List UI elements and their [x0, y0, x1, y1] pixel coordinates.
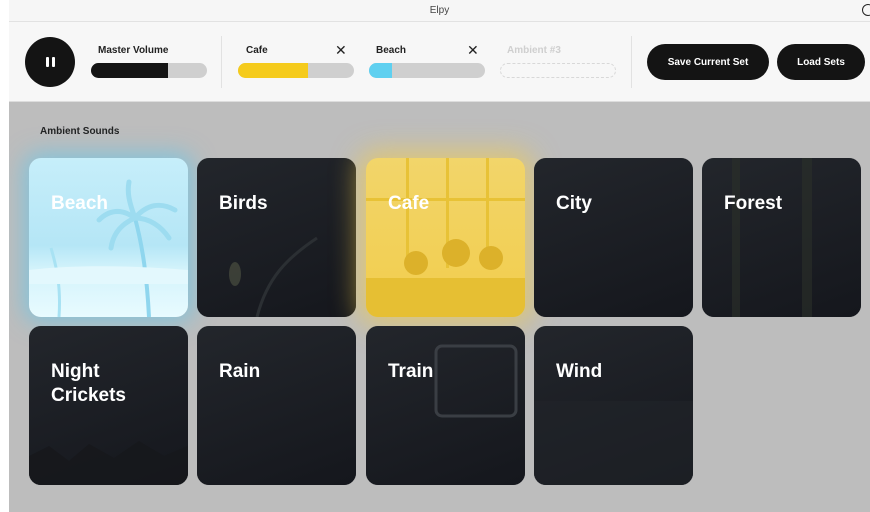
- play-pause-button[interactable]: [25, 37, 75, 87]
- load-sets-button[interactable]: Load Sets: [777, 44, 865, 80]
- tile-night-crickets[interactable]: Night Crickets: [29, 326, 188, 485]
- slot-2-volume-fill: [369, 63, 393, 78]
- divider: [631, 36, 632, 88]
- tile-city[interactable]: City: [534, 158, 693, 317]
- app-window: Elpy Master Volume Cafe ✕ Beach ✕ Ambien…: [9, 0, 870, 512]
- slot-1-volume-fill: [238, 63, 308, 78]
- tile-label: Wind: [556, 361, 603, 382]
- tile-train[interactable]: Train: [366, 326, 525, 485]
- tile-label: Birds: [219, 193, 268, 214]
- section-title: Ambient Sounds: [40, 126, 120, 137]
- slot-1-remove-icon[interactable]: ✕: [335, 43, 347, 57]
- tile-label: Cafe: [388, 193, 430, 214]
- divider: [221, 36, 222, 88]
- window-title: Elpy: [429, 5, 450, 16]
- tile-label: Train: [388, 361, 434, 382]
- slot-1-volume-slider[interactable]: [238, 63, 354, 78]
- palm-tree-icon: [29, 179, 188, 317]
- title-bar: Elpy: [9, 0, 870, 22]
- tile-birds[interactable]: Birds: [197, 158, 356, 317]
- circle-icon[interactable]: [862, 4, 870, 16]
- tile-label: Rain: [219, 361, 261, 382]
- tile-forest[interactable]: Forest: [702, 158, 861, 317]
- tile-wind[interactable]: Wind: [534, 326, 693, 485]
- master-volume-fill: [91, 63, 168, 78]
- master-volume-label: Master Volume: [98, 45, 169, 56]
- save-current-set-button[interactable]: Save Current Set: [647, 44, 769, 80]
- slot-2-remove-icon[interactable]: ✕: [467, 43, 479, 57]
- slot-2-label: Beach: [376, 45, 407, 56]
- tile-rain[interactable]: Rain: [197, 326, 356, 485]
- tile-cafe[interactable]: Cafe: [366, 158, 525, 317]
- slot-2-volume-slider[interactable]: [369, 63, 485, 78]
- tile-beach[interactable]: Beach: [29, 158, 188, 317]
- tile-label: Night Crickets: [51, 361, 126, 406]
- tile-label: City: [556, 193, 592, 214]
- slot-3-label: Ambient #3: [507, 45, 561, 56]
- bird-icon: [229, 236, 318, 317]
- train-window-icon: [434, 344, 518, 418]
- tile-label: Beach: [51, 193, 109, 214]
- tile-label: Forest: [724, 193, 783, 214]
- slot-3-empty-slot: [500, 63, 616, 78]
- master-volume-slider[interactable]: [91, 63, 207, 78]
- toolbar: Master Volume Cafe ✕ Beach ✕ Ambient #3 …: [9, 22, 870, 102]
- cafe-scene-icon: [366, 158, 525, 317]
- slot-1-label: Cafe: [246, 45, 268, 56]
- forest-icon: [732, 158, 812, 317]
- pause-icon: [45, 57, 55, 67]
- wind-grass-icon: [534, 401, 693, 485]
